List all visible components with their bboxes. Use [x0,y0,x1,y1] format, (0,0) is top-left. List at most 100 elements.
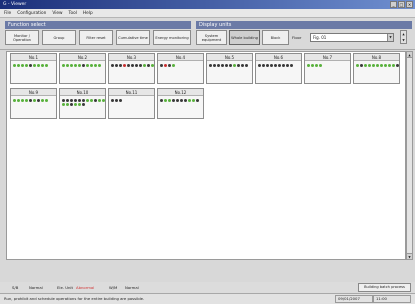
unit-on-icon[interactable] [356,64,359,67]
tile-no-5[interactable]: No.5 [206,53,253,84]
unit-alarm-icon[interactable] [164,64,167,67]
menu-help[interactable]: Help [83,11,93,16]
unit-off-icon[interactable] [360,64,363,67]
arrow-down-icon[interactable]: ▼ [401,37,406,43]
tile-no-10[interactable]: No.10 [59,88,106,119]
unit-on-icon[interactable] [172,64,175,67]
menu-view[interactable]: View [52,11,62,16]
unit-off-icon[interactable] [94,99,97,102]
unit-on-icon[interactable] [307,64,310,67]
close-button[interactable]: × [406,1,413,8]
tile-no-4[interactable]: No.4 [157,53,204,84]
unit-on-icon[interactable] [25,99,28,102]
unit-on-icon[interactable] [102,99,105,102]
unit-off-icon[interactable] [74,99,77,102]
unit-off-icon[interactable] [135,64,138,67]
unit-on-icon[interactable] [74,103,77,106]
maximize-button[interactable]: □ [398,1,405,8]
unit-on-icon[interactable] [94,64,97,67]
unit-off-icon[interactable] [29,64,32,67]
unit-on-icon[interactable] [90,99,93,102]
unit-on-icon[interactable] [21,64,24,67]
unit-on-icon[interactable] [372,64,375,67]
unit-off-icon[interactable] [396,64,399,67]
unit-off-icon[interactable] [82,64,85,67]
unit-off-icon[interactable] [241,64,244,67]
unit-off-icon[interactable] [266,64,269,67]
filter-reset-button[interactable]: Filter reset [79,30,113,45]
unit-off-icon[interactable] [29,99,32,102]
building-batch-process-button[interactable]: Building batch process [358,283,411,292]
unit-off-icon[interactable] [282,64,285,67]
unit-off-icon[interactable] [37,99,40,102]
cumulative-time-button[interactable]: Cumulative time [116,30,150,45]
unit-on-icon[interactable] [41,64,44,67]
unit-on-icon[interactable] [33,64,36,67]
unit-on-icon[interactable] [311,64,314,67]
unit-off-icon[interactable] [115,99,118,102]
unit-off-icon[interactable] [127,64,130,67]
unit-off-icon[interactable] [111,64,114,67]
unit-on-icon[interactable] [13,64,16,67]
group-button[interactable]: Group [42,30,76,45]
unit-on-icon[interactable] [164,99,167,102]
tile-no-12[interactable]: No.12 [157,88,204,119]
unit-off-icon[interactable] [221,64,224,67]
vertical-scrollbar[interactable]: ▲ ▼ [406,51,413,260]
unit-on-icon[interactable] [188,99,191,102]
unit-off-icon[interactable] [115,64,118,67]
unit-off-icon[interactable] [160,64,163,67]
unit-off-icon[interactable] [147,64,150,67]
chevron-down-icon[interactable]: ▼ [387,34,393,41]
unit-off-icon[interactable] [229,64,232,67]
floor-spinner[interactable]: ▲ ▼ [400,30,407,44]
menu-configuration[interactable]: Configuration [17,11,46,16]
unit-off-icon[interactable] [180,99,183,102]
tile-no-2[interactable]: No.2 [59,53,106,84]
unit-on-icon[interactable] [66,103,69,106]
unit-on-icon[interactable] [392,64,395,67]
unit-off-icon[interactable] [131,64,134,67]
unit-on-icon[interactable] [233,64,236,67]
unit-off-icon[interactable] [111,99,114,102]
unit-on-icon[interactable] [368,64,371,67]
unit-alarm-icon[interactable] [123,64,126,67]
scroll-down-icon[interactable]: ▼ [407,253,412,259]
unit-off-icon[interactable] [119,99,122,102]
unit-on-icon[interactable] [315,64,318,67]
scroll-up-icon[interactable]: ▲ [407,52,412,58]
unit-off-icon[interactable] [66,99,69,102]
minimize-button[interactable]: _ [390,1,397,8]
unit-off-icon[interactable] [70,103,73,106]
unit-on-icon[interactable] [384,64,387,67]
unit-off-icon[interactable] [184,99,187,102]
unit-on-icon[interactable] [376,64,379,67]
unit-on-icon[interactable] [388,64,391,67]
unit-on-icon[interactable] [74,64,77,67]
unit-on-icon[interactable] [86,64,89,67]
tile-no-7[interactable]: No.7 [304,53,351,84]
unit-off-icon[interactable] [70,99,73,102]
unit-on-icon[interactable] [380,64,383,67]
unit-off-icon[interactable] [209,64,212,67]
unit-on-icon[interactable] [78,64,81,67]
unit-off-icon[interactable] [274,64,277,67]
tile-no-9[interactable]: No.9 [10,88,57,119]
unit-off-icon[interactable] [213,64,216,67]
energy-monitoring-button[interactable]: Energy monitoring [153,30,191,45]
system-equipment-button[interactable]: System equipment [196,30,227,45]
unit-off-icon[interactable] [225,64,228,67]
unit-off-icon[interactable] [290,64,293,67]
unit-off-icon[interactable] [78,99,81,102]
unit-on-icon[interactable] [98,64,101,67]
unit-on-icon[interactable] [33,99,36,102]
unit-on-icon[interactable] [17,64,20,67]
unit-on-icon[interactable] [45,99,48,102]
unit-on-icon[interactable] [25,64,28,67]
unit-on-icon[interactable] [45,64,48,67]
tile-no-1[interactable]: No.1 [10,53,57,84]
unit-on-icon[interactable] [86,99,89,102]
tile-no-6[interactable]: No.6 [255,53,302,84]
unit-off-icon[interactable] [237,64,240,67]
unit-off-icon[interactable] [82,99,85,102]
